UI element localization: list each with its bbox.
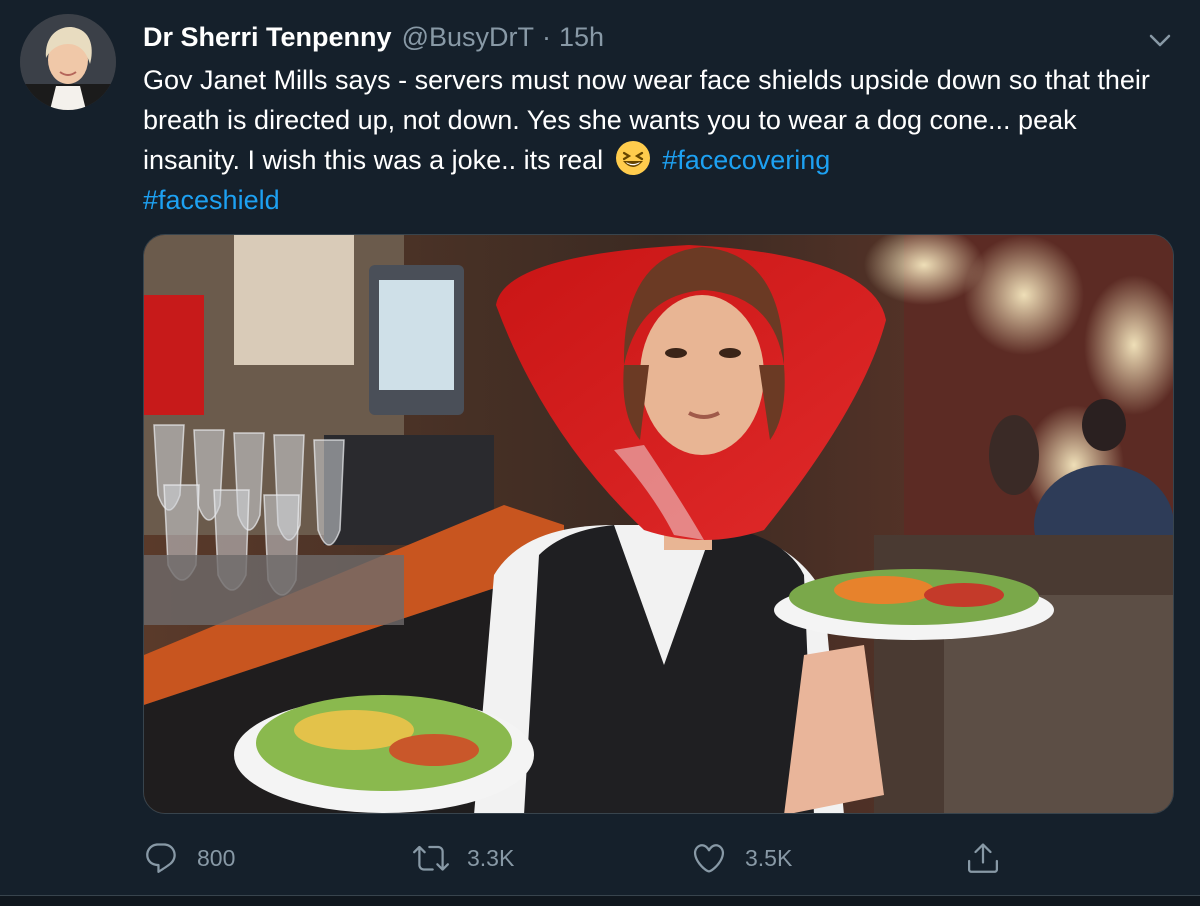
reply-count: 800 [197, 844, 236, 871]
separator-dot: · [541, 21, 551, 52]
reply-button[interactable]: 800 [143, 835, 235, 881]
chevron-down-icon[interactable] [1146, 26, 1174, 54]
tweet-header: Dr Sherri Tenpenny @BusyDrT · 15h [143, 18, 604, 56]
share-button[interactable] [965, 835, 1019, 881]
reply-icon [146, 843, 176, 873]
avatar-image [20, 14, 116, 110]
author-handle[interactable]: @BusyDrT [402, 22, 534, 53]
tweet-text: Gov Janet Mills says - servers must now … [143, 60, 1173, 220]
heart-icon [693, 844, 725, 873]
grinning-squinting-face-emoji [615, 140, 651, 176]
avatar[interactable] [20, 14, 116, 110]
tweet-timestamp[interactable]: 15h [559, 22, 604, 53]
share-icon [968, 843, 998, 873]
tweet-media-photo[interactable] [143, 234, 1174, 814]
hashtag-facecovering[interactable]: #facecovering [662, 145, 830, 175]
tweet-divider [0, 895, 1200, 906]
author-name[interactable]: Dr Sherri Tenpenny [143, 22, 392, 53]
retweet-icon [413, 845, 449, 871]
retweet-count: 3.3K [467, 844, 515, 871]
retweet-button[interactable]: 3.3K [413, 835, 514, 881]
tweet-card[interactable]: Dr Sherri Tenpenny @BusyDrT · 15h Gov Ja… [0, 0, 1200, 906]
like-count: 3.5K [745, 844, 793, 871]
photo-illustration [144, 235, 1173, 813]
tweet-actions: 800 3.3K 3.5K [143, 835, 1043, 881]
hashtag-faceshield[interactable]: #faceshield [143, 185, 280, 215]
like-button[interactable]: 3.5K [691, 835, 792, 881]
